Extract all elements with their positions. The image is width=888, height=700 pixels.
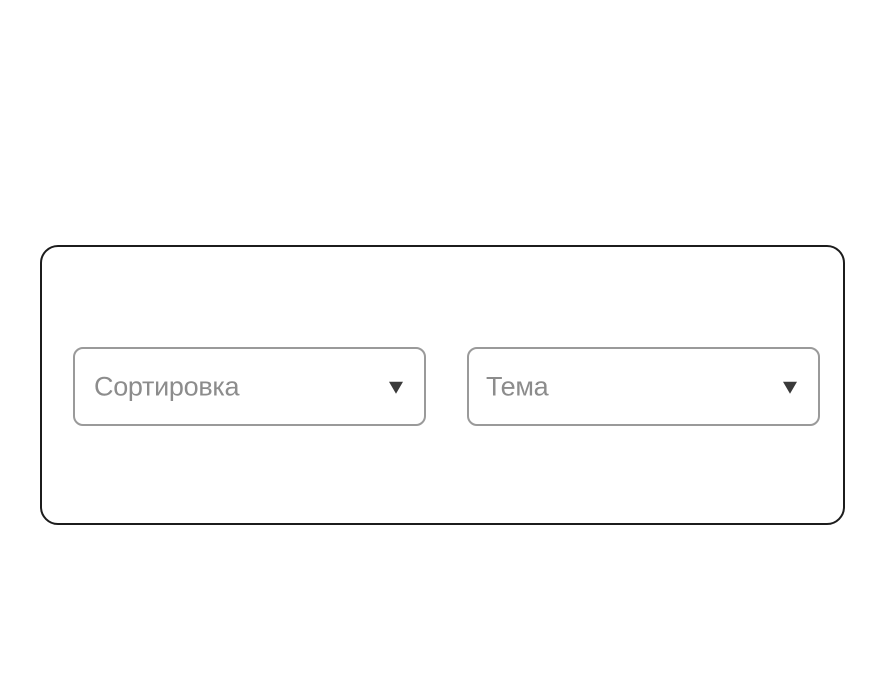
topic-select-placeholder: Тема — [486, 371, 549, 401]
chevron-down-icon — [782, 380, 798, 394]
sort-select[interactable]: Сортировка — [73, 347, 426, 426]
filter-panel: Сортировка Тема — [40, 245, 845, 525]
chevron-down-icon — [388, 380, 404, 394]
sort-select-placeholder: Сортировка — [94, 371, 240, 401]
topic-select[interactable]: Тема — [467, 347, 820, 426]
